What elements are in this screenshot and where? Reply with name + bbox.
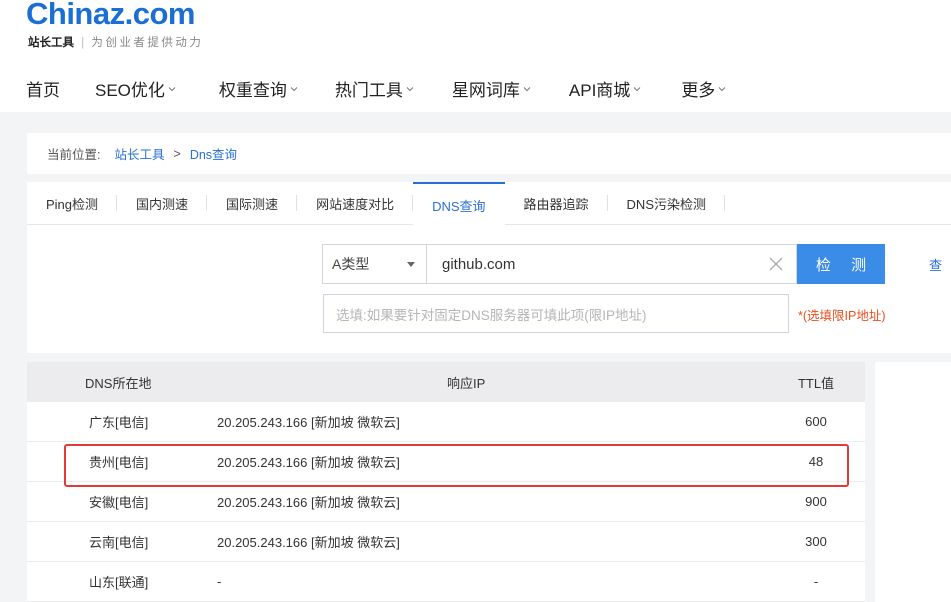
cell-ttl: - [813, 574, 819, 589]
cell-location: 云南[电信] [89, 535, 149, 550]
main-nav: 首页 SEO优化 权重查询 热门工具 星网词库 API商城 更多 [26, 76, 752, 101]
chevron-down-icon [168, 85, 176, 93]
cell-location: 山东[联通] [89, 575, 149, 590]
tagline-bold: 站长工具 [28, 37, 74, 49]
table-row: 山东[联通] - - [27, 562, 865, 602]
cell-ip: 20.205.243.166 [新加坡 微软云] [217, 495, 400, 510]
nav-item-home[interactable]: 首页 [26, 76, 60, 101]
breadcrumb-separator: > [173, 146, 181, 161]
detect-button[interactable]: 检 测 [797, 244, 885, 284]
tab-dns-pollution[interactable]: DNS污染检测 [608, 182, 726, 225]
cell-location: 安徽[电信] [89, 495, 149, 510]
record-type-value: A类型 [332, 256, 370, 272]
side-link[interactable]: 查 [929, 255, 942, 274]
clear-icon[interactable] [769, 257, 783, 271]
record-type-select[interactable]: A类型 [322, 244, 426, 284]
site-header: Chinaz.com 站长工具 | 为创业者提供动力 首页 SEO优化 权重查询… [0, 0, 951, 112]
nav-item-seo[interactable]: SEO优化 [95, 76, 176, 101]
domain-input-value: github.com [442, 255, 516, 273]
nav-item-keywords[interactable]: 星网词库 [452, 76, 531, 101]
breadcrumb-current[interactable]: Dns查询 [190, 144, 237, 163]
nav-item-more[interactable]: 更多 [681, 76, 726, 101]
table-header: DNS所在地 响应IP TTL值 [27, 362, 865, 402]
tab-speed-compare[interactable]: 网站速度对比 [297, 182, 414, 225]
cell-ip: - [217, 574, 222, 589]
cell-location: 贵州[电信] [89, 455, 149, 470]
header-ip: 响应IP [447, 375, 486, 391]
header-ttl: TTL值 [797, 375, 835, 391]
nav-item-api[interactable]: API商城 [569, 76, 641, 101]
cell-ttl: 600 [805, 414, 827, 429]
cell-ip: 20.205.243.166 [新加坡 微软云] [217, 535, 400, 550]
chevron-down-icon [633, 85, 641, 93]
chevron-down-icon [290, 85, 298, 93]
logo-text: Chinaz.com [26, 0, 195, 31]
tool-tabs: Ping检测 国内测速 国际测速 网站速度对比 DNS查询 路由器追踪 DNS污… [27, 182, 951, 226]
tagline-rest: 为创业者提供动力 [91, 37, 204, 49]
cell-ip: 20.205.243.166 [新加坡 微软云] [217, 455, 400, 470]
chevron-down-icon [406, 85, 414, 93]
tab-intl-speed[interactable]: 国际测速 [207, 182, 298, 225]
breadcrumb-home-link[interactable]: 站长工具 [114, 144, 164, 163]
chinaz-logo[interactable]: Chinaz.com [26, 0, 195, 30]
breadcrumb: 当前位置: 站长工具 > Dns查询 [27, 133, 951, 174]
dns-server-input[interactable]: 选填:如果要针对固定DNS服务器可填此项(限IP地址) [323, 294, 789, 333]
tagline: 站长工具 | 为创业者提供动力 [28, 34, 203, 50]
cell-location: 广东[电信] [89, 415, 149, 430]
dns-tool-panel: Ping检测 国内测速 国际测速 网站速度对比 DNS查询 路由器追踪 DNS污… [27, 182, 951, 353]
tab-ping[interactable]: Ping检测 [27, 182, 118, 225]
tagline-separator: | [81, 37, 85, 49]
tab-dns-query[interactable]: DNS查询 [413, 182, 505, 226]
nav-item-weight[interactable]: 权重查询 [219, 76, 298, 101]
right-side-panel [875, 362, 951, 602]
header-location: DNS所在地 [85, 375, 152, 391]
breadcrumb-prefix: 当前位置: [47, 148, 101, 162]
cell-ttl: 900 [805, 494, 827, 509]
panel-gap [865, 362, 875, 602]
nav-item-hot-tools[interactable]: 热门工具 [335, 76, 414, 101]
table-row: 云南[电信] 20.205.243.166 [新加坡 微软云] 300 [27, 522, 865, 562]
chevron-down-icon [718, 85, 726, 93]
dns-server-note: *(选填限IP地址) [798, 309, 886, 323]
cell-ttl: 48 [808, 454, 824, 469]
chevron-down-icon [523, 85, 531, 93]
domain-input[interactable]: github.com [426, 244, 797, 284]
table-row: 贵州[电信] 20.205.243.166 [新加坡 微软云] 48 [27, 442, 865, 482]
cell-ip: 20.205.243.166 [新加坡 微软云] [217, 415, 400, 430]
cell-ttl: 300 [805, 534, 827, 549]
dns-server-placeholder: 选填:如果要针对固定DNS服务器可填此项(限IP地址) [336, 307, 647, 323]
table-row: 广东[电信] 20.205.243.166 [新加坡 微软云] 600 [27, 402, 865, 442]
tab-domestic-speed[interactable]: 国内测速 [117, 182, 208, 225]
tab-traceroute[interactable]: 路由器追踪 [505, 182, 608, 225]
caret-down-icon [407, 262, 415, 267]
table-row: 安徽[电信] 20.205.243.166 [新加坡 微软云] 900 [27, 482, 865, 522]
dns-results-table: DNS所在地 响应IP TTL值 广东[电信] 20.205.243.166 [… [27, 362, 865, 602]
